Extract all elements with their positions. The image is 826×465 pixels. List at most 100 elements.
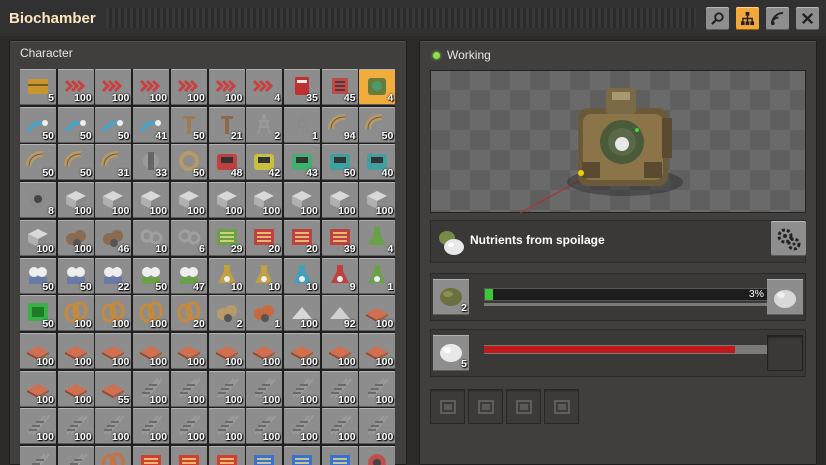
entity-preview[interactable] bbox=[430, 70, 806, 213]
inventory-slot-module[interactable]: 50 bbox=[20, 295, 56, 332]
output-slot[interactable] bbox=[767, 279, 803, 315]
inventory-slot-pipe[interactable]: 94 bbox=[321, 106, 358, 143]
inventory-slot-gear-pack[interactable]: 50 bbox=[20, 257, 56, 294]
inventory-slot-rail[interactable]: 100 bbox=[133, 370, 170, 407]
inventory-slot-gears[interactable]: 6 bbox=[170, 219, 207, 256]
inventory-slot-science[interactable]: 4 bbox=[359, 219, 396, 256]
inventory-slot-pipe[interactable]: 31 bbox=[95, 144, 132, 181]
inventory-slot-flask[interactable]: 10 bbox=[283, 257, 320, 294]
inventory-slot-stone-block[interactable]: 100 bbox=[95, 182, 132, 219]
inventory-slot-plate[interactable]: 100 bbox=[170, 332, 207, 369]
logistics-button[interactable] bbox=[766, 6, 789, 30]
inventory-slot-stone-block[interactable]: 100 bbox=[321, 182, 358, 219]
input-slot[interactable]: 2 bbox=[433, 279, 469, 315]
close-button[interactable] bbox=[796, 6, 819, 30]
inventory-slot-stone-block[interactable]: 100 bbox=[283, 182, 320, 219]
inventory-slot-big-pole[interactable]: 1 bbox=[283, 106, 320, 143]
inventory-slot-gear-pack[interactable]: 47 bbox=[170, 257, 207, 294]
inventory-slot-transport-belt[interactable]: 4 bbox=[246, 69, 283, 105]
empty-slot[interactable] bbox=[767, 335, 803, 371]
inventory-slot-rail[interactable]: 100 bbox=[20, 408, 56, 445]
inventory-slot-ore-pile[interactable]: 2 bbox=[208, 295, 245, 332]
inventory-slot-pole[interactable]: 21 bbox=[208, 106, 245, 143]
module-slot[interactable] bbox=[468, 389, 503, 424]
inventory-slot-plate[interactable]: 100 bbox=[57, 332, 94, 369]
inventory-slot-plate[interactable]: 100 bbox=[20, 370, 56, 407]
inventory-slot-transport-belt[interactable]: 100 bbox=[95, 69, 132, 105]
inventory-slot-rail[interactable]: 100 bbox=[170, 370, 207, 407]
inventory-slot-transport-belt[interactable]: 100 bbox=[133, 69, 170, 105]
drag-handle[interactable] bbox=[105, 8, 696, 28]
inventory-slot-fast-inserter[interactable]: 50 bbox=[20, 106, 56, 143]
inventory-slot-powder[interactable]: 100 bbox=[283, 295, 320, 332]
inventory-slot-pipe[interactable]: 50 bbox=[20, 144, 56, 181]
inventory-slot-stone-block[interactable]: 100 bbox=[170, 182, 207, 219]
inventory-slot-flask[interactable]: 10 bbox=[246, 257, 283, 294]
inventory-slot-circuit[interactable] bbox=[283, 446, 320, 465]
inventory-slot-rail[interactable]: 100 bbox=[359, 408, 396, 445]
inventory-slot-rail[interactable]: 100 bbox=[95, 408, 132, 445]
title-bar[interactable]: Biochamber bbox=[0, 0, 826, 36]
inventory-slot-rail[interactable]: 100 bbox=[283, 408, 320, 445]
inventory-slot-transport-belt[interactable]: 100 bbox=[57, 69, 94, 105]
inventory-slot-flask[interactable]: 1 bbox=[359, 257, 396, 294]
inventory-slot-rail[interactable]: 100 bbox=[133, 408, 170, 445]
inventory-slot-assembler[interactable]: 48 bbox=[208, 144, 245, 181]
inventory-slot-circuit[interactable] bbox=[170, 446, 207, 465]
inventory-slot-plate[interactable]: 100 bbox=[246, 332, 283, 369]
inventory-slot-splitter[interactable]: 35 bbox=[283, 69, 320, 105]
inventory-slot-plate[interactable]: 100 bbox=[283, 332, 320, 369]
inventory-slot-rail[interactable] bbox=[20, 446, 56, 465]
inventory-slot-plate[interactable]: 100 bbox=[359, 332, 396, 369]
inventory-slot-rail[interactable]: 100 bbox=[208, 370, 245, 407]
inventory-slot-machine[interactable]: 8 bbox=[20, 182, 56, 219]
inventory-slot-machine[interactable] bbox=[359, 446, 396, 465]
inventory-slot-wooden-chest[interactable]: 5 bbox=[20, 69, 56, 105]
fuel-slot[interactable]: 5 bbox=[433, 335, 469, 371]
inventory-slot-copper-cable[interactable]: 100 bbox=[95, 295, 132, 332]
inventory-slot-rail[interactable]: 100 bbox=[321, 370, 358, 407]
inventory-slot-fast-inserter[interactable]: 50 bbox=[57, 106, 94, 143]
inventory-slot-transport-belt[interactable]: 100 bbox=[170, 69, 207, 105]
inventory-slot-underground-belt[interactable]: 45 bbox=[321, 69, 358, 105]
module-slot[interactable] bbox=[544, 389, 579, 424]
inventory-slot-gears[interactable]: 10 bbox=[133, 219, 170, 256]
inventory-slot-gear-pack[interactable]: 22 bbox=[95, 257, 132, 294]
inventory-slot-powder[interactable]: 92 bbox=[321, 295, 358, 332]
inventory-slot-stone-block[interactable]: 100 bbox=[133, 182, 170, 219]
inventory-slot-pipe[interactable]: 50 bbox=[57, 144, 94, 181]
inventory-slot-rail[interactable]: 100 bbox=[170, 408, 207, 445]
inventory-slot-assembler[interactable]: 40 bbox=[359, 144, 396, 181]
inventory-slot-fast-inserter[interactable]: 41 bbox=[133, 106, 170, 143]
inventory-slot-stone-block[interactable]: 100 bbox=[359, 182, 396, 219]
inventory-slot-copper-cable[interactable]: 20 bbox=[170, 295, 207, 332]
inventory-slot-transport-belt[interactable]: 100 bbox=[208, 69, 245, 105]
inventory-slot-pump[interactable]: 33 bbox=[133, 144, 170, 181]
inventory-slot-plate[interactable]: 100 bbox=[359, 295, 396, 332]
inventory-slot-circuit[interactable]: 20 bbox=[283, 219, 320, 256]
inventory-slot-flask[interactable]: 10 bbox=[208, 257, 245, 294]
inventory-slot-plate[interactable]: 100 bbox=[208, 332, 245, 369]
inventory-slot-plate[interactable]: 100 bbox=[321, 332, 358, 369]
inventory-slot-assembler[interactable]: 50 bbox=[321, 144, 358, 181]
inventory-slot-rail[interactable]: 100 bbox=[359, 370, 396, 407]
change-recipe-button[interactable] bbox=[771, 221, 806, 256]
inventory-slot-plate[interactable]: 100 bbox=[133, 332, 170, 369]
inventory-slot-rail[interactable]: 100 bbox=[246, 370, 283, 407]
inventory-slot-assembler[interactable]: 43 bbox=[283, 144, 320, 181]
inventory-slot-rail[interactable]: 100 bbox=[321, 408, 358, 445]
circuit-network-button[interactable] bbox=[736, 6, 759, 30]
inventory-slot-circuit[interactable]: 39 bbox=[321, 219, 358, 256]
inventory-slot-rail[interactable]: 100 bbox=[208, 408, 245, 445]
inventory-slot-circuit[interactable] bbox=[246, 446, 283, 465]
inventory-slot-rail[interactable]: 100 bbox=[57, 408, 94, 445]
inventory-slot-copper-cable[interactable] bbox=[95, 446, 132, 465]
inventory-slot-stone-block[interactable]: 100 bbox=[208, 182, 245, 219]
inventory-slot-ore-pile[interactable]: 1 bbox=[246, 295, 283, 332]
inventory-slot-pipe-ring[interactable]: 50 bbox=[170, 144, 207, 181]
inventory-slot-assembler[interactable]: 42 bbox=[246, 144, 283, 181]
inventory-slot-circuit[interactable] bbox=[208, 446, 245, 465]
inventory-slot-copper-cable[interactable]: 100 bbox=[57, 295, 94, 332]
recipe-row[interactable]: Nutrients from spoilage bbox=[430, 220, 806, 263]
inventory-slot-flask[interactable]: 9 bbox=[321, 257, 358, 294]
